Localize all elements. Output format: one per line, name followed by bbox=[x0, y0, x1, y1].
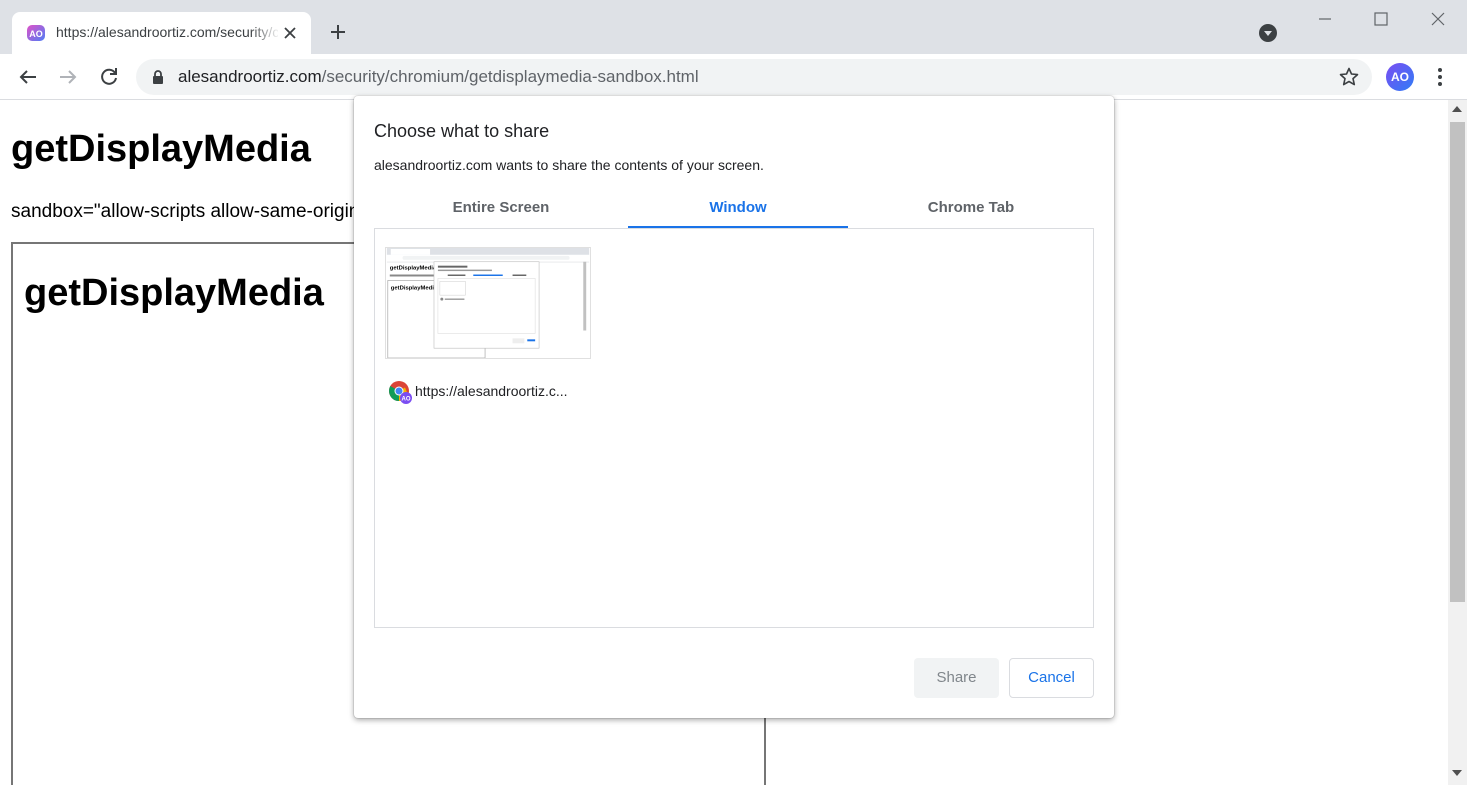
scroll-down-arrow-icon[interactable] bbox=[1452, 770, 1462, 776]
browser-toolbar: alesandroortiz.com/security/chromium/get… bbox=[0, 54, 1467, 100]
tab-chrome-tab[interactable]: Chrome Tab bbox=[861, 199, 1081, 229]
tab-title: https://alesandroortiz.com/security/chro… bbox=[56, 24, 278, 40]
bookmark-star-icon[interactable] bbox=[1338, 66, 1360, 88]
tab-window[interactable]: Window bbox=[628, 199, 848, 229]
close-tab-icon[interactable] bbox=[280, 23, 300, 43]
svg-text:AO: AO bbox=[402, 397, 411, 403]
svg-text:getDisplayMedia: getDisplayMedia bbox=[391, 285, 438, 291]
url-text[interactable]: alesandroortiz.com/security/chromium/get… bbox=[178, 67, 699, 87]
address-bar[interactable]: alesandroortiz.com/security/chromium/get… bbox=[136, 59, 1372, 95]
back-icon[interactable] bbox=[16, 65, 40, 89]
tab-title-fade bbox=[250, 22, 280, 44]
dialog-subtitle: alesandroortiz.com wants to share the co… bbox=[374, 157, 764, 173]
reload-icon[interactable] bbox=[97, 65, 121, 89]
window-close-icon[interactable] bbox=[1427, 8, 1449, 30]
svg-text:getDisplayMedia: getDisplayMedia bbox=[390, 266, 437, 272]
page-heading: getDisplayMedia bbox=[11, 128, 311, 170]
svg-text:AO: AO bbox=[29, 29, 43, 39]
new-tab-icon[interactable] bbox=[326, 20, 350, 44]
page-scrollbar[interactable] bbox=[1448, 100, 1467, 785]
scroll-thumb[interactable] bbox=[1450, 122, 1465, 602]
cancel-button[interactable]: Cancel bbox=[1009, 658, 1094, 698]
site-favicon-icon: AO bbox=[27, 25, 45, 41]
browser-tab[interactable]: AO https://alesandroortiz.com/security/c… bbox=[12, 12, 311, 54]
tab-entire-screen[interactable]: Entire Screen bbox=[391, 199, 611, 229]
window-thumbnail: getDisplayMedia getDisplayMedia bbox=[385, 247, 591, 359]
lock-icon[interactable] bbox=[150, 69, 166, 85]
source-label: https://alesandroortiz.c... bbox=[415, 383, 568, 399]
url-host: alesandroortiz.com bbox=[178, 67, 322, 86]
iframe-heading: getDisplayMedia bbox=[24, 272, 324, 314]
dialog-title: Choose what to share bbox=[374, 121, 550, 141]
share-button[interactable]: Share bbox=[914, 658, 999, 698]
more-menu-icon[interactable] bbox=[1428, 65, 1452, 89]
scroll-up-arrow-icon[interactable] bbox=[1452, 106, 1462, 112]
sandbox-attribute-text: sandbox="allow-scripts allow-same-origin… bbox=[11, 201, 367, 222]
profile-avatar[interactable]: AO bbox=[1386, 63, 1414, 91]
forward-icon[interactable] bbox=[56, 65, 80, 89]
source-item[interactable]: getDisplayMedia getDisplayMedia AO https… bbox=[385, 247, 593, 407]
minimize-icon[interactable] bbox=[1314, 8, 1336, 30]
url-path: /security/chromium/getdisplaymedia-sandb… bbox=[321, 67, 699, 86]
tab-strip: AO https://alesandroortiz.com/security/c… bbox=[0, 0, 1467, 54]
tab-search-icon[interactable] bbox=[1258, 23, 1278, 43]
maximize-icon[interactable] bbox=[1370, 8, 1392, 30]
source-list: getDisplayMedia getDisplayMedia AO https… bbox=[374, 228, 1094, 628]
chrome-icon: AO bbox=[388, 381, 412, 404]
share-screen-dialog: Choose what to share alesandroortiz.com … bbox=[354, 96, 1114, 718]
